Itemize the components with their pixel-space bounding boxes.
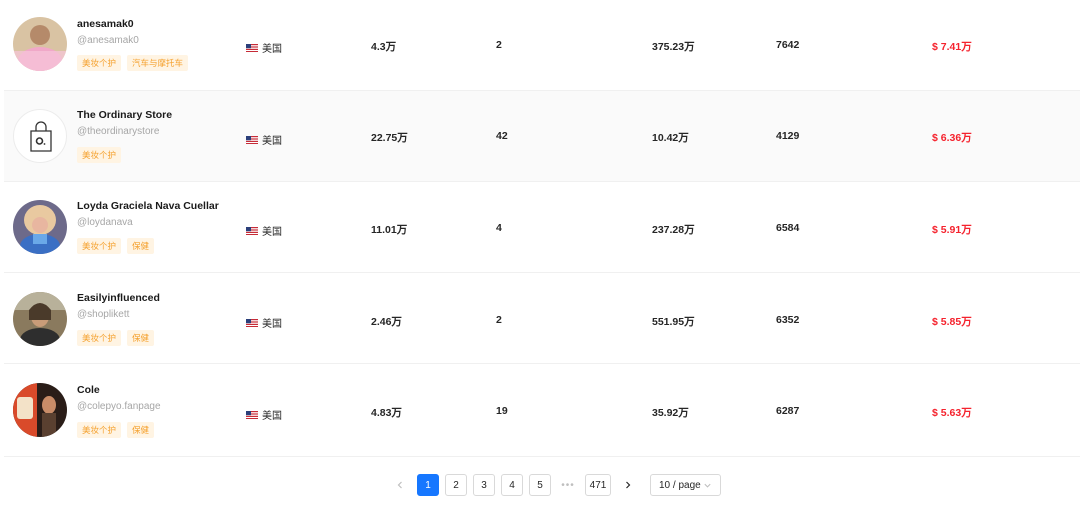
page-4-button[interactable]: 4 — [501, 474, 523, 496]
avatar[interactable] — [13, 383, 67, 437]
influencer-name[interactable]: Loyda Graciela Nava Cuellar — [77, 200, 219, 212]
views-value: 551.95万 — [652, 316, 695, 328]
category-tags: 美妆个护 保健 — [77, 422, 155, 438]
influencer-name[interactable]: Easilyinfluenced — [77, 292, 160, 304]
views-value: 10.42万 — [652, 132, 689, 144]
fans-value: 4.3万 — [371, 41, 397, 53]
views-value: 375.23万 — [652, 41, 695, 53]
views-value: 35.92万 — [652, 407, 689, 419]
avatar[interactable] — [13, 200, 67, 254]
page-size-label: 10 / page — [659, 479, 701, 491]
influencer-name[interactable]: The Ordinary Store — [77, 109, 172, 121]
category-tag: 美妆个护 — [77, 330, 122, 346]
prev-page-button[interactable] — [389, 474, 411, 496]
count-value: 19 — [496, 405, 508, 417]
avatar[interactable] — [13, 109, 67, 163]
category-tags: 美妆个护 保健 — [77, 330, 155, 346]
us-flag-icon — [246, 135, 258, 144]
chevron-down-icon — [704, 483, 711, 488]
category-tag: 美妆个护 — [77, 55, 122, 71]
page-size-select[interactable]: 10 / page — [650, 474, 721, 496]
country-label: 美国 — [262, 227, 282, 238]
category-tags: 美妆个护 保健 — [77, 238, 155, 254]
category-tags: 美妆个护 — [77, 147, 122, 163]
chevron-left-icon — [397, 481, 402, 489]
country: 美国 — [246, 407, 282, 422]
country-label: 美国 — [262, 411, 282, 422]
page-ellipsis[interactable]: ••• — [557, 474, 579, 496]
influencer-handle: @theordinarystore — [77, 126, 160, 137]
shopping-bag-icon — [30, 121, 52, 152]
count-value: 42 — [496, 130, 508, 142]
country: 美国 — [246, 315, 282, 330]
category-tags: 美妆个护 汽车与摩托车 — [77, 55, 189, 71]
number-value: 4129 — [776, 130, 800, 142]
category-tag: 美妆个护 — [77, 238, 122, 254]
country-label: 美国 — [262, 44, 282, 55]
pagination: 1 2 3 4 5 ••• 471 10 / page — [0, 474, 1080, 498]
country: 美国 — [246, 132, 282, 147]
page-last-button[interactable]: 471 — [585, 474, 611, 496]
next-page-button[interactable] — [617, 474, 639, 496]
number-value: 7642 — [776, 39, 800, 51]
table-row[interactable]: The Ordinary Store @theordinarystore 美妆个… — [4, 91, 1080, 182]
category-tag: 汽车与摩托车 — [127, 55, 189, 71]
influencer-name[interactable]: Cole — [77, 384, 100, 396]
number-value: 6352 — [776, 314, 800, 326]
count-value: 4 — [496, 222, 502, 234]
category-tag: 美妆个护 — [77, 147, 122, 163]
category-tag: 保健 — [127, 330, 155, 346]
count-value: 2 — [496, 39, 502, 51]
avatar[interactable] — [13, 292, 67, 346]
us-flag-icon — [246, 410, 258, 419]
price-value: $ 6.36万 — [932, 132, 972, 144]
page-1-button[interactable]: 1 — [417, 474, 439, 496]
influencer-name[interactable]: anesamak0 — [77, 18, 134, 30]
influencer-handle: @colepyo.fanpage — [77, 401, 161, 412]
number-value: 6287 — [776, 405, 800, 417]
table-row[interactable]: Cole @colepyo.fanpage 美妆个护 保健 美国 4.83万 1… — [4, 364, 1080, 457]
table-row[interactable]: Loyda Graciela Nava Cuellar @loydanava 美… — [4, 182, 1080, 273]
avatar[interactable] — [13, 17, 67, 71]
price-value: $ 5.63万 — [932, 407, 972, 419]
us-flag-icon — [246, 318, 258, 327]
category-tag: 保健 — [127, 238, 155, 254]
fans-value: 11.01万 — [371, 224, 408, 236]
number-value: 6584 — [776, 222, 800, 234]
influencer-handle: @shoplikett — [77, 309, 130, 320]
table-row[interactable]: anesamak0 @anesamak0 美妆个护 汽车与摩托车 美国 4.3万… — [4, 0, 1080, 91]
fans-value: 4.83万 — [371, 407, 402, 419]
price-value: $ 5.85万 — [932, 316, 972, 328]
category-tag: 美妆个护 — [77, 422, 122, 438]
page-3-button[interactable]: 3 — [473, 474, 495, 496]
influencer-handle: @anesamak0 — [77, 35, 139, 46]
country-label: 美国 — [262, 319, 282, 330]
price-value: $ 5.91万 — [932, 224, 972, 236]
fans-value: 2.46万 — [371, 316, 402, 328]
us-flag-icon — [246, 43, 258, 52]
fans-value: 22.75万 — [371, 132, 408, 144]
country: 美国 — [246, 40, 282, 55]
page-2-button[interactable]: 2 — [445, 474, 467, 496]
chevron-right-icon — [626, 481, 631, 489]
views-value: 237.28万 — [652, 224, 695, 236]
category-tag: 保健 — [127, 422, 155, 438]
influencer-handle: @loydanava — [77, 217, 133, 228]
us-flag-icon — [246, 226, 258, 235]
price-value: $ 7.41万 — [932, 41, 972, 53]
table-row[interactable]: Easilyinfluenced @shoplikett 美妆个护 保健 美国 … — [4, 273, 1080, 364]
country-label: 美国 — [262, 136, 282, 147]
page-5-button[interactable]: 5 — [529, 474, 551, 496]
count-value: 2 — [496, 314, 502, 326]
country: 美国 — [246, 223, 282, 238]
